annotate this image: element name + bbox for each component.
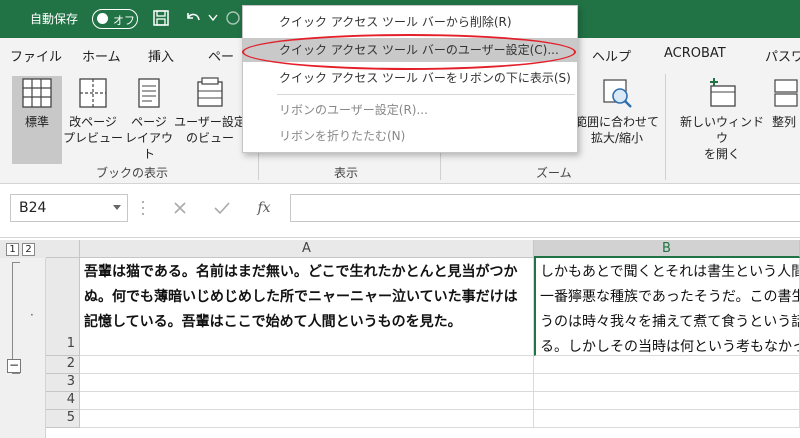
cell-a5[interactable] [80, 410, 534, 428]
cell-b1[interactable]: しかもあとで聞くとそれは書生という人間中で一番獰悪な種族であったそうだ。この書生… [534, 258, 800, 356]
menu-separator [277, 94, 575, 95]
qat-context-menu: クイック アクセス ツール バーから削除(R) クイック アクセス ツール バー… [242, 5, 578, 153]
collapse-group-button[interactable]: − [7, 359, 21, 373]
cell-b2[interactable] [534, 356, 800, 374]
tab-insert[interactable]: 挿入 [148, 46, 174, 65]
custom-views-button[interactable]: ユーザー設定 のビュー [174, 76, 246, 164]
insert-function-icon[interactable]: fx [252, 196, 276, 220]
row-header-4[interactable]: 4 [46, 392, 80, 410]
formula-input[interactable] [290, 194, 800, 222]
cell-b3[interactable] [534, 374, 800, 392]
group-label-zoom: ズーム [536, 166, 572, 180]
normal-view-label: 標準 [24, 115, 49, 129]
page-break-preview-icon [79, 78, 107, 108]
arrange-all-label: 整列 [771, 115, 796, 129]
page-layout-label: ページ レイアウト [124, 115, 173, 161]
undo-dropdown-icon[interactable] [208, 14, 218, 22]
tab-acrobat[interactable]: ACROBAT [664, 46, 726, 61]
autosave-state: オフ [113, 14, 135, 27]
cancel-icon[interactable] [168, 196, 192, 220]
cell-b4[interactable] [534, 392, 800, 410]
menu-item-customize-qat[interactable]: クイック アクセス ツール バーのユーザー設定(C)... [243, 38, 577, 62]
zoom-to-selection-icon [603, 79, 632, 108]
cell-a1[interactable]: 吾輩は猫である。名前はまだ無い。どこで生れたかとんと見当がつかぬ。何でも薄暗いじ… [80, 258, 534, 356]
page-break-preview-button[interactable]: 改ページ プレビュー [62, 76, 124, 164]
arrange-all-button[interactable]: 整列 [768, 76, 800, 164]
group-separator [665, 74, 666, 180]
chevron-down-icon[interactable] [113, 205, 121, 211]
custom-views-icon [197, 77, 223, 107]
page-layout-button[interactable]: ページ レイアウト [124, 76, 174, 164]
outline-dot: · [30, 308, 34, 322]
normal-view-icon [22, 78, 52, 108]
row-header-1[interactable]: 1 [46, 258, 80, 356]
menu-item-customize-ribbon[interactable]: リボンのユーザー設定(R)... [243, 98, 577, 122]
tab-home[interactable]: ホーム [82, 46, 121, 65]
zoom-to-selection-button[interactable]: 範囲に合わせて 拡大/縮小 [574, 76, 660, 164]
zoom-to-selection-label: 範囲に合わせて 拡大/縮小 [574, 115, 659, 145]
outline-level-bar: 1 2 [0, 240, 46, 258]
name-box[interactable]: B24 [10, 194, 128, 222]
new-window-label: 新しいウィンドウ を開く [679, 115, 764, 161]
outline-level-1-button[interactable]: 1 [6, 243, 19, 256]
cell-a2[interactable] [80, 356, 534, 374]
redo-icon[interactable] [224, 9, 242, 27]
grip-icon [142, 201, 144, 215]
autosave-toggle[interactable]: オフ [92, 9, 138, 29]
cell-a4[interactable] [80, 392, 534, 410]
cell-b5[interactable] [534, 410, 800, 428]
column-header-a[interactable]: A [80, 240, 534, 258]
page-break-preview-label: 改ページ プレビュー [62, 115, 123, 145]
page-layout-icon [138, 78, 160, 108]
toggle-knob [97, 13, 108, 24]
row-header-5[interactable]: 5 [46, 410, 80, 428]
cell-b1-text: しかもあとで聞くとそれは書生という人間中で一番獰悪な種族であったそうだ。この書生… [540, 264, 800, 355]
name-box-value: B24 [19, 200, 47, 216]
tab-password[interactable]: パスワ [765, 46, 800, 65]
worksheet-grid: 1 2 A B · − 1 2 3 4 5 吾輩は猫である。名前はまだ無い。どこ… [0, 238, 800, 438]
custom-views-label: ユーザー設定 のビュー [174, 115, 246, 145]
autosave-label: 自動保存 [30, 12, 79, 26]
undo-icon[interactable] [184, 9, 202, 27]
column-header-b[interactable]: B [534, 240, 800, 258]
menu-item-remove-from-qat[interactable]: クイック アクセス ツール バーから削除(R) [243, 10, 577, 34]
select-all-corner[interactable] [46, 240, 80, 258]
row-header-3[interactable]: 3 [46, 374, 80, 392]
formula-bar: B24 fx [0, 184, 800, 238]
tab-page-layout[interactable]: ペー [208, 46, 234, 65]
row-header-2[interactable]: 2 [46, 356, 80, 374]
menu-item-show-qat-below-ribbon[interactable]: クイック アクセス ツール バーをリボンの下に表示(S) [243, 66, 577, 90]
group-label-show: 表示 [334, 166, 359, 180]
enter-check-icon[interactable] [210, 196, 234, 220]
save-icon[interactable] [152, 9, 170, 27]
tab-file[interactable]: ファイル [10, 46, 62, 65]
new-window-icon [710, 78, 736, 107]
new-window-button[interactable]: 新しいウィンドウ を開く [676, 76, 768, 164]
tab-help[interactable]: ヘルプ [592, 46, 631, 65]
outline-level-2-button[interactable]: 2 [22, 243, 35, 256]
cell-a3[interactable] [80, 374, 534, 392]
arrange-all-icon [774, 79, 798, 107]
group-label-workbook-views: ブックの表示 [96, 166, 169, 180]
menu-item-collapse-ribbon[interactable]: リボンを折りたたむ(N) [243, 124, 577, 148]
normal-view-button[interactable]: 標準 [12, 76, 62, 164]
row-outline-area: · − [0, 258, 46, 438]
